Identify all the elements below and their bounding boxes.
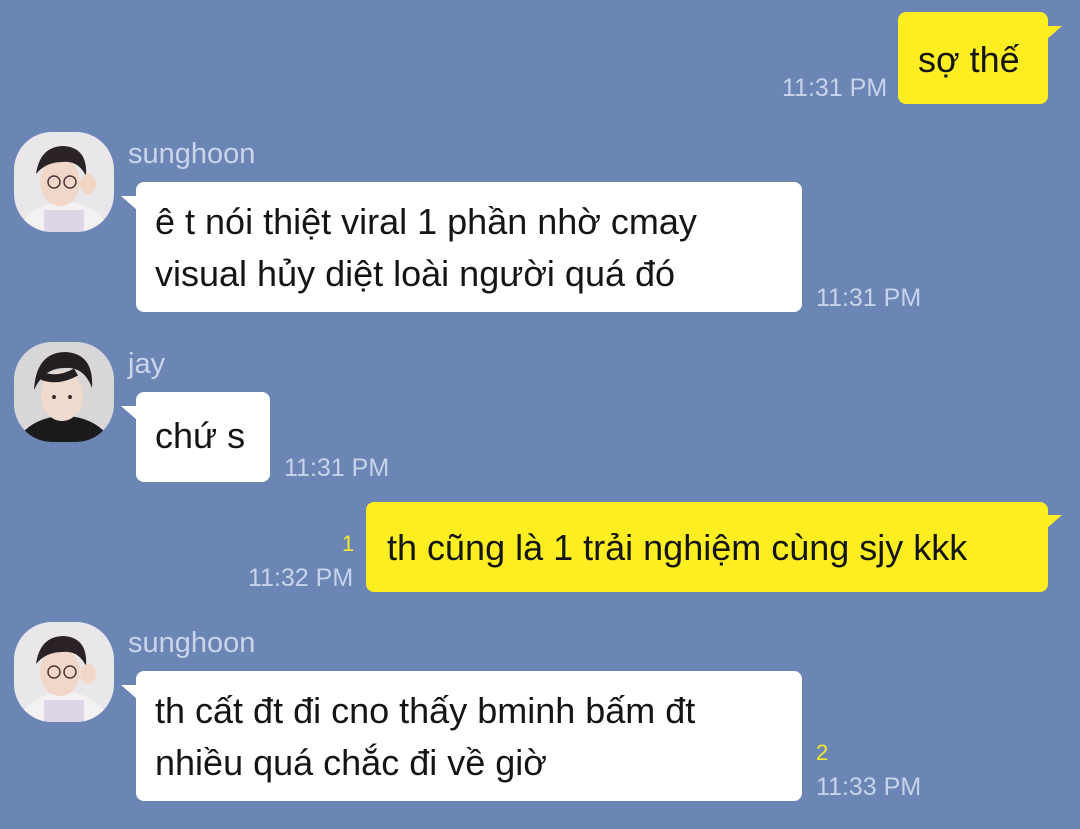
sender-name: sunghoon <box>128 627 256 659</box>
message-timestamp: 11:31 PM <box>284 454 390 482</box>
avatar-photo-sunghoon <box>14 132 114 232</box>
bubble-tail <box>121 685 137 699</box>
avatar-jay[interactable] <box>14 342 114 442</box>
unread-count: 2 <box>816 740 829 765</box>
sender-name: sunghoon <box>128 138 256 170</box>
sender-name: jay <box>128 348 166 380</box>
message-bubble-received[interactable]: th cất đt đi cno thấy bminh bấm đt nhiều… <box>136 671 802 801</box>
message-timestamp: 11:31 PM <box>816 284 922 312</box>
bubble-tail <box>1046 515 1062 529</box>
message-bubble-received[interactable]: chứ s <box>136 392 270 482</box>
unread-count: 1 <box>342 531 355 556</box>
bubble-tail <box>121 196 137 210</box>
message-timestamp: 11:31 PM <box>782 74 888 102</box>
message-bubble-received[interactable]: ê t nói thiệt viral 1 phần nhờ cmay visu… <box>136 182 802 312</box>
avatar-photo-jay <box>14 342 114 442</box>
message-timestamp: 11:33 PM <box>816 773 922 801</box>
avatar-sunghoon[interactable] <box>14 132 114 232</box>
avatar-sunghoon[interactable] <box>14 622 114 722</box>
message-bubble-sent[interactable]: sợ thế <box>898 12 1048 104</box>
message-timestamp: 11:32 PM <box>248 564 354 592</box>
avatar-photo-sunghoon <box>14 622 114 722</box>
bubble-tail <box>1046 26 1062 40</box>
bubble-tail <box>121 406 137 420</box>
message-bubble-sent[interactable]: th cũng là 1 trải nghiệm cùng sjy kkk <box>366 502 1048 592</box>
